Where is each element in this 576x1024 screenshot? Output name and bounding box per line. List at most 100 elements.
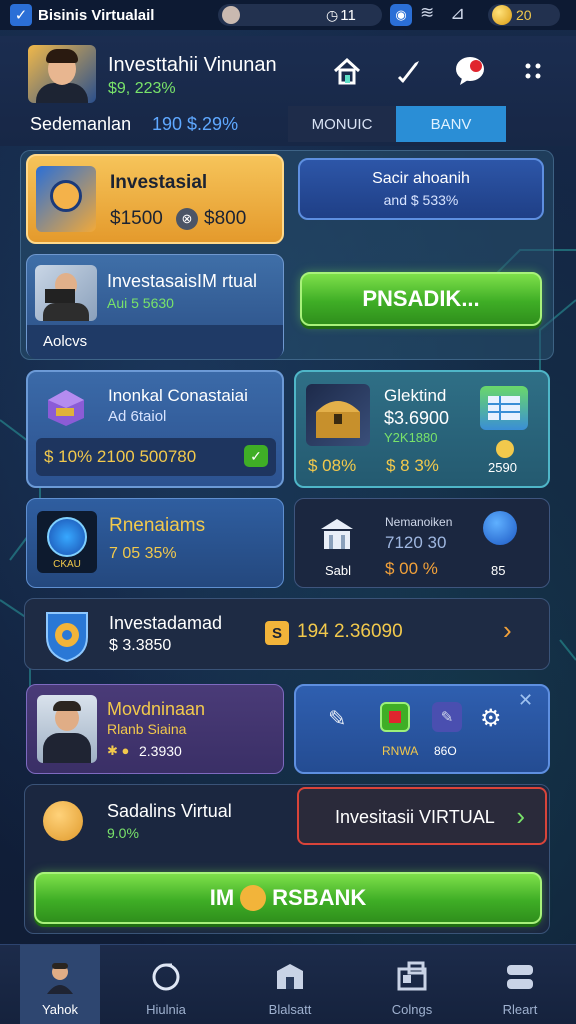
gauge-icon (483, 511, 517, 545)
glektind-card[interactable]: Glektind $3.6900 Y2K1880 $ 08% $ 8 3% 25… (294, 370, 550, 488)
investadamad-card[interactable]: Investadamad $ 3.3850 S 194 2.36090 › (24, 598, 550, 670)
nav-item-colngs[interactable]: Colngs (364, 945, 460, 1024)
businessman-thumbnail (37, 695, 97, 763)
konsultasi-stats: $ 10% 2100 500780 (44, 447, 197, 466)
investasi-thumbnail (36, 166, 96, 232)
tool-label-a: RNWA (382, 744, 419, 758)
konsultasi-stats-row: $ 10% 2100 500780 ✓ (36, 438, 276, 476)
bank-button[interactable]: IM RSBANK (34, 872, 542, 924)
rocket-icon[interactable] (392, 54, 426, 88)
camera-icon[interactable]: ◉ (390, 4, 412, 26)
rnenaiams-card[interactable]: CKAU Rnenaiams 7 05 35% (26, 498, 284, 588)
virtual-footer-label: Aolcvs (43, 333, 88, 350)
sadalins-title: Sadalins Virtual (107, 801, 232, 821)
avatar[interactable] (28, 45, 96, 103)
konsultasi-title: Inonkal Conastaiai (108, 386, 248, 405)
close-x-icon[interactable]: ✕ (518, 690, 533, 711)
treasure-thumbnail (306, 384, 370, 446)
user-stat: $9, 223% (108, 80, 176, 97)
signal-icon: ⊿ (450, 3, 466, 23)
notification-icon[interactable] (454, 54, 488, 88)
coin-count: 20 (516, 7, 532, 23)
konsultasi-card[interactable]: Inonkal Conastaiai Ad 6taiol $ 10% 2100 … (26, 370, 284, 488)
movdninaan-card[interactable]: Movdninaan Rlanb Siaina ✱ ● 2.3930 (26, 684, 284, 774)
clock-icon: ◷ (326, 6, 339, 23)
profile-avatar-icon (41, 958, 79, 996)
avatar-hair (46, 49, 78, 63)
balance-row: Sedemanlan 190 $.29% MONUIC BANV (0, 106, 576, 144)
trophy-shield-icon (37, 607, 97, 663)
movdninaan-value: 2.3930 (139, 743, 182, 759)
nav-item-blalsatt[interactable]: Blalsatt (242, 945, 338, 1024)
refresh-icon (147, 958, 185, 996)
investadamad-badge: S (265, 621, 289, 645)
businessman-suit (43, 733, 91, 763)
konsultasi-sub: Ad 6taiol (108, 408, 167, 425)
coin-counter[interactable]: 20 (488, 4, 560, 26)
nav-label-hiulnia: Hiulnia (146, 1002, 186, 1017)
link-tool-icon[interactable]: ✎ (432, 702, 462, 732)
record-dot-icon (222, 6, 240, 24)
store-icon (271, 958, 309, 996)
nav-item-hiulnia[interactable]: Hiulnia (118, 945, 214, 1024)
nemanokan-value: 7120 30 (385, 533, 447, 552)
bottom-nav: Yahok Hiulnia Blalsatt Colngs Rleart (0, 944, 576, 1024)
balance-label: Sedemanlan (30, 114, 132, 134)
glektind-p1: $ 08% (308, 456, 357, 475)
home-icon[interactable] (330, 54, 364, 88)
bank-button-left: IM (209, 885, 235, 910)
saldo-line2: and $ 533% (383, 192, 459, 208)
virtual-card[interactable]: InvestasaisIM rtual Aui 5 5630 Aolcvs (26, 254, 284, 359)
saldo-line1: Sacir ahoanih (372, 170, 470, 187)
investadamad-stat: 194 2.36090 (297, 621, 403, 642)
avatar-suit (36, 83, 88, 103)
investasi-title: Investasial (110, 172, 208, 193)
small-coin-icon (496, 440, 514, 458)
tools-card[interactable]: ✎ ✎ ⚙ RNWA 86O ✕ (294, 684, 550, 774)
investasi-right-value: $800 (204, 208, 247, 229)
green-tool-icon[interactable] (380, 702, 410, 732)
rnenaiams-title: Rnenaiams (109, 515, 206, 536)
app-name: Bisinis Virtualail (38, 6, 155, 24)
saldo-card[interactable]: Sacir ahoanih and $ 533% (298, 158, 544, 220)
tool-label-b: 86O (434, 744, 457, 758)
movdninaan-sub: Rlanb Siaina (107, 721, 187, 737)
check-icon: ✓ (10, 4, 32, 26)
user-name: Investtahii Vinunan (108, 54, 277, 76)
magic-wand-icon[interactable]: ✎ (328, 706, 346, 732)
nav-label-blalsatt: Blalsatt (268, 1002, 312, 1017)
invest-virtual-button[interactable]: Invesitasii VIRTUAL › (297, 787, 547, 845)
more-icon[interactable] (516, 54, 550, 88)
rnenaiams-thumbnail: CKAU (37, 511, 97, 573)
nemanokan-card[interactable]: Nemanoiken 7120 30 Sabl $ 00 % 85 (294, 498, 550, 588)
camera-graphic (45, 289, 75, 303)
treasure-chest-icon (316, 401, 360, 438)
investasi-left-value: $1500 (110, 208, 163, 229)
virtual-title: InvestasaisIM rtual (107, 271, 258, 291)
pnsadik-button[interactable]: PNSADIK... (300, 272, 542, 326)
investadamad-title: Investadamad (109, 613, 223, 633)
investadamad-value: $ 3.3850 (109, 637, 172, 654)
tab-monuic[interactable]: MONUIC (288, 106, 396, 142)
thumbnail-body (43, 303, 89, 321)
glektind-value: $3.6900 (384, 408, 450, 428)
bank-button-right: RSBANK (272, 885, 367, 910)
confirm-check-icon[interactable]: ✓ (244, 445, 268, 467)
shield-icon (47, 517, 87, 557)
spreadsheet-icon (480, 386, 528, 430)
sadalins-value: 9.0% (107, 825, 139, 841)
nemanokan-title: Nemanoiken (385, 515, 453, 529)
chevron-right-green-icon: › (516, 801, 525, 831)
chevron-right-icon[interactable]: › (503, 615, 512, 646)
nav-item-rleart[interactable]: Rleart (472, 945, 568, 1024)
nav-item-yahok[interactable]: Yahok (20, 945, 100, 1024)
nav-label-rleart: Rleart (502, 1002, 538, 1017)
invest-virtual-label: Invesitasii VIRTUAL (335, 807, 495, 827)
box-grid-icon (393, 958, 431, 996)
settings-gear-icon[interactable]: ⚙ (480, 704, 502, 733)
mascot-face-icon (43, 801, 83, 841)
mascot-icon (240, 885, 267, 911)
status-pill-time: ◷ 11 (218, 4, 382, 26)
investasi-card[interactable]: Investasial $1500 ⊗ $800 (26, 154, 284, 244)
tab-banv[interactable]: BANV (396, 106, 506, 142)
